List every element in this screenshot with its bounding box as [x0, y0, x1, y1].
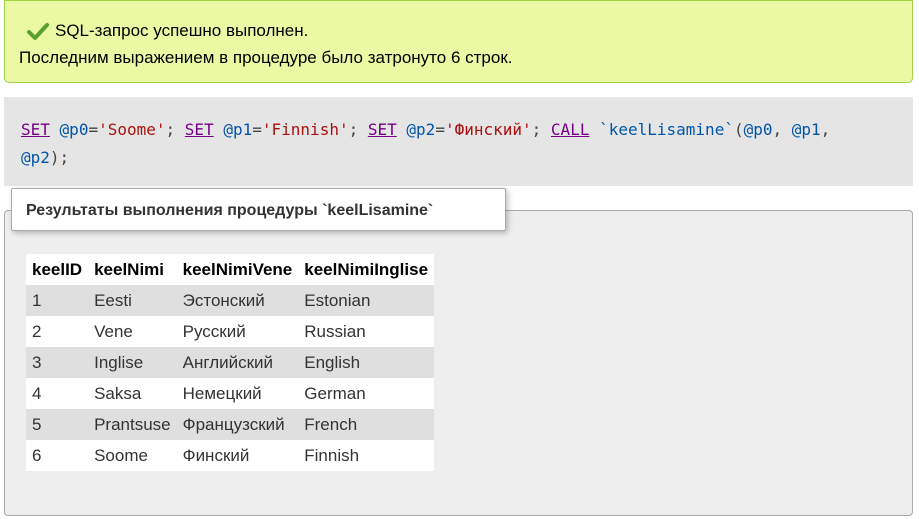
- results-legend: Результаты выполнения процедуры `keelLis…: [11, 188, 506, 231]
- table-cell: Vene: [88, 316, 177, 347]
- table-cell: 1: [26, 285, 89, 316]
- table-cell: Финский: [176, 440, 299, 471]
- sql-string: 'Финский': [444, 120, 532, 139]
- table-cell: Эстонский: [176, 285, 299, 316]
- sql-line-2: @p2);: [21, 148, 70, 167]
- success-message: SQL-запрос успешно выполнен. Последним в…: [4, 0, 913, 83]
- table-cell: Французский: [176, 409, 299, 440]
- sql-procedure-name: `keelLisamine`: [599, 120, 734, 139]
- table-cell: Inglise: [88, 347, 177, 378]
- sql-variable: @p1: [791, 120, 821, 139]
- table-row[interactable]: 4 Saksa Немецкий German: [26, 378, 435, 409]
- table-row[interactable]: 1 Eesti Эстонский Estonian: [26, 285, 435, 316]
- success-line: SQL-запрос успешно выполнен.: [27, 21, 308, 41]
- table-cell: English: [298, 347, 435, 378]
- table-cell: Finnish: [298, 440, 435, 471]
- sql-keyword[interactable]: CALL: [551, 120, 590, 139]
- column-header[interactable]: keelNimiInglise: [298, 254, 435, 285]
- check-icon: [27, 23, 49, 40]
- table-header-row: keelID keelNimi keelNimiVene keelNimiIng…: [26, 254, 435, 285]
- table-cell: Английский: [176, 347, 299, 378]
- column-header[interactable]: keelNimiVene: [176, 254, 299, 285]
- sql-line-1: SET @p0='Soome'; SET @p1='Finnish'; SET …: [21, 120, 831, 139]
- table-cell: Russian: [298, 316, 435, 347]
- column-header[interactable]: keelID: [26, 254, 89, 285]
- table-cell: Немецкий: [176, 378, 299, 409]
- sql-variable: @p2: [21, 148, 50, 167]
- affected-rows-text: Последним выражением в процедуре было за…: [19, 48, 513, 67]
- table-row[interactable]: 5 Prantsuse Французский French: [26, 409, 435, 440]
- table-cell: 6: [26, 440, 89, 471]
- sql-string: 'Finnish': [261, 120, 349, 139]
- table-cell: Estonian: [298, 285, 435, 316]
- success-text: SQL-запрос успешно выполнен.: [55, 21, 309, 40]
- table-cell: Русский: [176, 316, 299, 347]
- results-table: keelID keelNimi keelNimiVene keelNimiIng…: [26, 254, 435, 471]
- table-row[interactable]: 6 Soome Финский Finnish: [26, 440, 435, 471]
- sql-string: 'Soome': [98, 120, 166, 139]
- sql-query-box[interactable]: SET @p0='Soome'; SET @p1='Finnish'; SET …: [4, 97, 913, 186]
- table-cell: Saksa: [88, 378, 177, 409]
- table-cell: German: [298, 378, 435, 409]
- table-cell: 3: [26, 347, 89, 378]
- sql-variable: @p1: [223, 120, 253, 139]
- sql-variable: @p0: [743, 120, 773, 139]
- table-cell: Eesti: [88, 285, 177, 316]
- table-cell: 5: [26, 409, 89, 440]
- table-cell: French: [298, 409, 435, 440]
- sql-keyword[interactable]: SET: [185, 120, 214, 139]
- sql-variable: @p0: [59, 120, 89, 139]
- table-row[interactable]: 3 Inglise Английский English: [26, 347, 435, 378]
- table-row[interactable]: 2 Vene Русский Russian: [26, 316, 435, 347]
- sql-keyword[interactable]: SET: [368, 120, 397, 139]
- column-header[interactable]: keelNimi: [88, 254, 177, 285]
- sql-variable: @p2: [406, 120, 436, 139]
- sql-keyword[interactable]: SET: [21, 120, 50, 139]
- table-cell: Prantsuse: [88, 409, 177, 440]
- table-cell: 2: [26, 316, 89, 347]
- table-cell: 4: [26, 378, 89, 409]
- table-cell: Soome: [88, 440, 177, 471]
